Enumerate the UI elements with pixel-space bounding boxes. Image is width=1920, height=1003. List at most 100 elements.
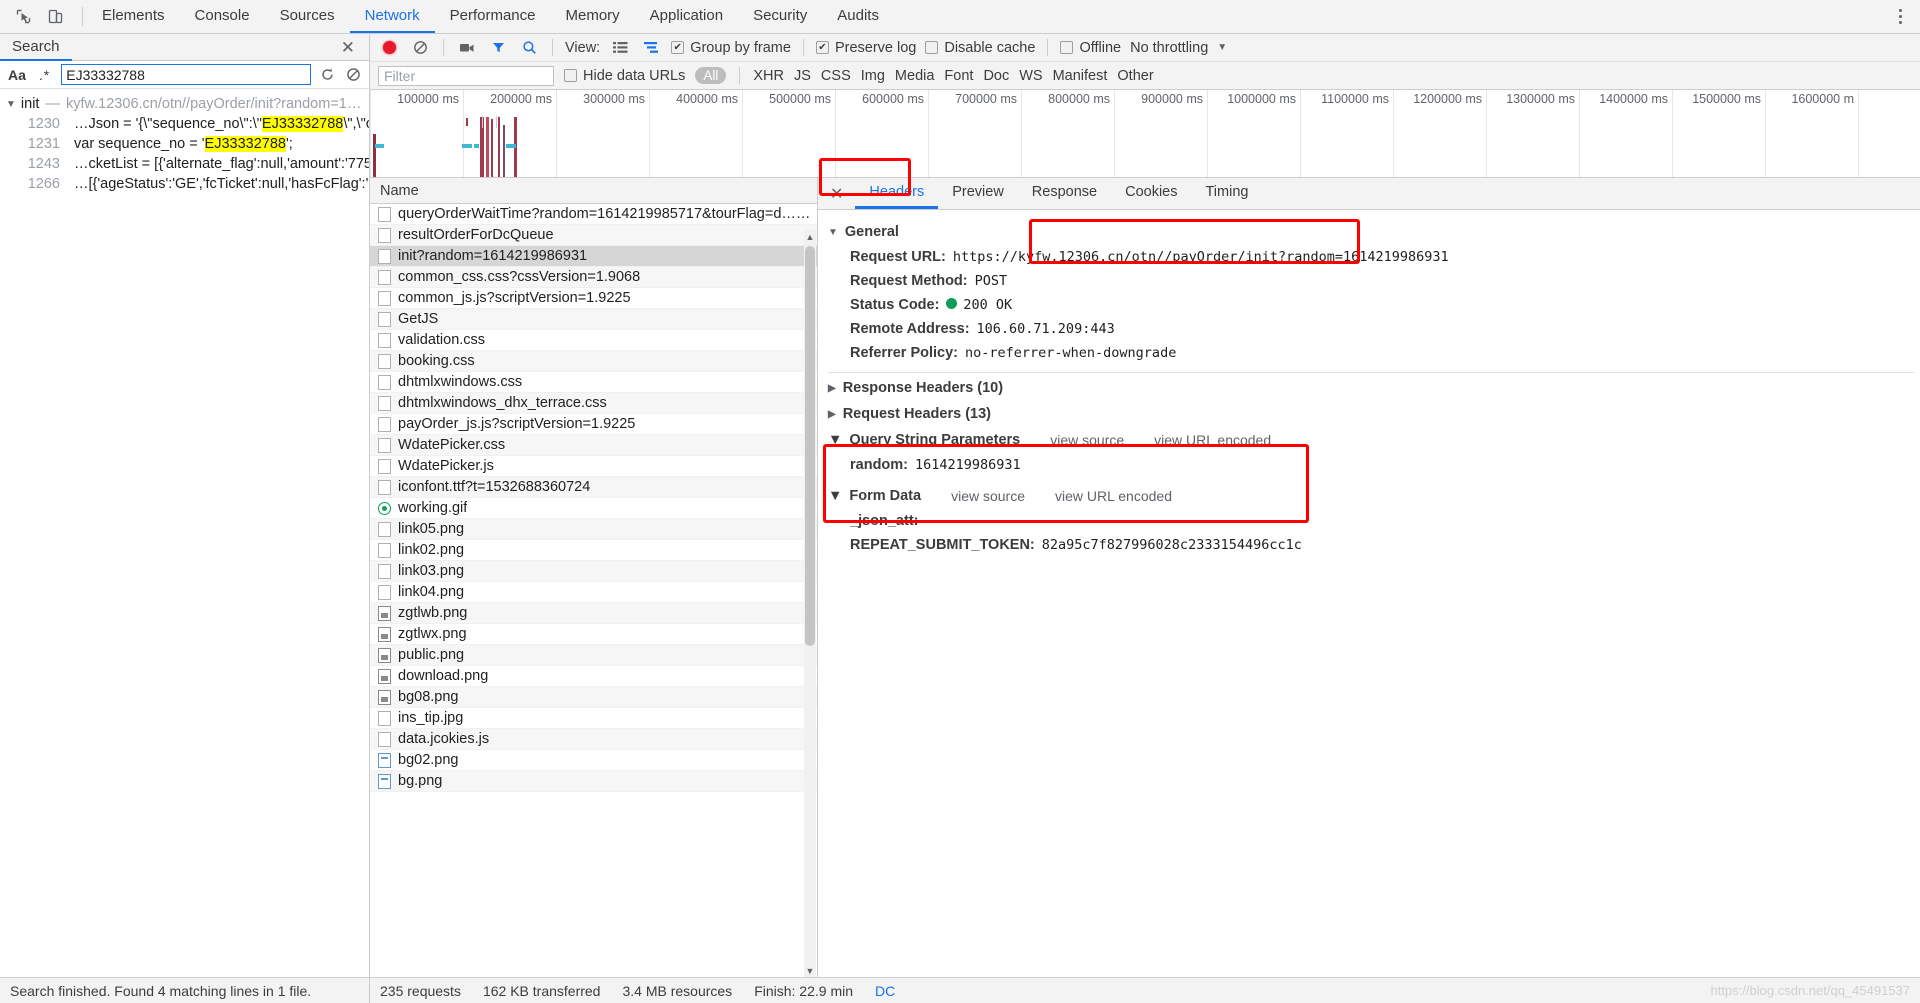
close-icon[interactable]: ✕ (327, 39, 369, 56)
filter-type-xhr[interactable]: XHR (753, 68, 784, 84)
clear-button[interactable] (409, 37, 431, 59)
scrollbar-thumb[interactable] (805, 246, 815, 646)
chevron-down-icon[interactable]: ▼ (1217, 42, 1227, 53)
table-row[interactable]: link05.png (370, 519, 817, 540)
filter-type-media[interactable]: Media (895, 68, 935, 84)
table-row[interactable]: WdatePicker.css (370, 435, 817, 456)
table-row[interactable]: link04.png (370, 582, 817, 603)
filter-type-ws[interactable]: WS (1019, 68, 1042, 84)
request-rows[interactable]: queryOrderWaitTime?random=1614219985717&… (370, 204, 817, 977)
filter-type-css[interactable]: CSS (821, 68, 851, 84)
table-row[interactable]: download.png (370, 666, 817, 687)
table-row[interactable]: working.gif (370, 498, 817, 519)
table-row[interactable]: common_css.css?cssVersion=1.9068 (370, 267, 817, 288)
request-list-header[interactable]: Name (370, 178, 817, 204)
table-row[interactable]: link03.png (370, 561, 817, 582)
network-overview[interactable]: 100000 ms 200000 ms 300000 ms 400000 ms … (370, 90, 1920, 178)
table-row[interactable]: dhtmlxwindows.css (370, 372, 817, 393)
search-input[interactable] (61, 64, 311, 85)
preserve-log-checkbox[interactable]: Preserve log (815, 40, 916, 56)
search-icon[interactable] (518, 37, 540, 59)
scroll-down-arrow[interactable]: ▼ (804, 964, 816, 977)
search-result-line[interactable]: 1230 …Json = '{\"sequence_no\":\"EJ33332… (0, 114, 369, 134)
table-row-selected[interactable]: init?random=1614219986931 (370, 246, 817, 267)
chevron-down-icon[interactable]: ▼ (6, 99, 16, 110)
table-row[interactable]: link02.png (370, 540, 817, 561)
offline-checkbox[interactable]: Offline (1060, 40, 1121, 56)
tab-preview[interactable]: Preview (938, 178, 1018, 209)
general-section-title[interactable]: ▼ General (828, 219, 1920, 245)
clear-icon[interactable] (344, 65, 363, 84)
table-row[interactable]: booking.css (370, 351, 817, 372)
match-case-toggle[interactable]: Aa (6, 67, 28, 83)
table-row[interactable]: iconfont.ttf?t=1532688360724 (370, 477, 817, 498)
filter-type-manifest[interactable]: Manifest (1053, 68, 1108, 84)
response-headers-section-title[interactable]: ▶ Response Headers (10) (828, 375, 1920, 401)
table-row[interactable]: WdatePicker.js (370, 456, 817, 477)
scroll-up-arrow[interactable]: ▲ (804, 230, 816, 243)
search-result-file[interactable]: ▼ init — kyfw.12306.cn/otn//payOrder/ini… (0, 94, 369, 114)
table-row[interactable]: ins_tip.jpg (370, 708, 817, 729)
view-url-encoded-link[interactable]: view URL encoded (1154, 432, 1271, 448)
filter-type-font[interactable]: Font (944, 68, 973, 84)
filter-type-other[interactable]: Other (1117, 68, 1153, 84)
table-row[interactable]: validation.css (370, 330, 817, 351)
tab-memory[interactable]: Memory (551, 0, 635, 33)
refresh-icon[interactable] (318, 65, 337, 84)
table-row[interactable]: queryOrderWaitTime?random=1614219985717&… (370, 204, 817, 225)
table-row[interactable]: common_js.js?scriptVersion=1.9225 (370, 288, 817, 309)
table-row[interactable]: resultOrderForDcQueue (370, 225, 817, 246)
record-button[interactable] (378, 37, 400, 59)
table-row[interactable]: bg08.png (370, 687, 817, 708)
filter-input[interactable] (378, 65, 554, 86)
table-row[interactable]: public.png (370, 645, 817, 666)
search-result-line[interactable]: 1231 var sequence_no = 'EJ33332788'; (0, 134, 369, 154)
camera-icon[interactable] (456, 37, 478, 59)
search-result-line[interactable]: 1243 …cketList = [{'alternate_flag':null… (0, 154, 369, 174)
list-view-icon[interactable] (609, 37, 631, 59)
request-headers-section-title[interactable]: ▶ Request Headers (13) (828, 401, 1920, 427)
request-list-scrollbar[interactable]: ▲ ▼ (804, 230, 816, 977)
filter-type-doc[interactable]: Doc (983, 68, 1009, 84)
close-icon[interactable]: ✕ (818, 178, 855, 209)
group-by-frame-checkbox[interactable]: Group by frame (671, 40, 791, 56)
filter-type-img[interactable]: Img (861, 68, 885, 84)
table-row[interactable]: data.jcokies.js (370, 729, 817, 750)
query-string-section-title[interactable]: ▼ Query String Parameters view source vi… (828, 427, 1920, 453)
table-row[interactable]: zgtlwb.png (370, 603, 817, 624)
tab-response[interactable]: Response (1018, 178, 1111, 209)
inspect-element-icon[interactable] (12, 6, 34, 28)
tab-elements[interactable]: Elements (87, 0, 180, 33)
tab-network[interactable]: Network (349, 0, 435, 33)
table-row[interactable]: GetJS (370, 309, 817, 330)
filter-type-all[interactable]: All (695, 67, 727, 84)
tab-security[interactable]: Security (738, 0, 822, 33)
tab-timing[interactable]: Timing (1191, 178, 1262, 209)
table-row[interactable]: bg.png (370, 771, 817, 792)
regex-toggle[interactable]: .* (35, 67, 54, 83)
throttling-select[interactable]: No throttling (1130, 40, 1208, 56)
toggle-device-toolbar-icon[interactable] (44, 6, 66, 28)
filter-type-js[interactable]: JS (794, 68, 811, 84)
table-row[interactable]: payOrder_js.js?scriptVersion=1.9225 (370, 414, 817, 435)
table-row[interactable]: bg02.png (370, 750, 817, 771)
disable-cache-checkbox[interactable]: Disable cache (925, 40, 1035, 56)
view-source-link[interactable]: view source (951, 488, 1025, 504)
view-source-link[interactable]: view source (1050, 432, 1124, 448)
tab-console[interactable]: Console (180, 0, 265, 33)
more-options-icon[interactable] (1890, 6, 1910, 28)
form-data-section-title[interactable]: ▼ Form Data view source view URL encoded (828, 483, 1920, 509)
tab-cookies[interactable]: Cookies (1111, 178, 1191, 209)
tab-headers[interactable]: Headers (855, 178, 939, 209)
table-row[interactable]: zgtlwx.png (370, 624, 817, 645)
table-row[interactable]: dhtmlxwindows_dhx_terrace.css (370, 393, 817, 414)
tab-sources[interactable]: Sources (265, 0, 350, 33)
tab-performance[interactable]: Performance (435, 0, 551, 33)
waterfall-view-icon[interactable] (640, 37, 662, 59)
tab-audits[interactable]: Audits (822, 0, 894, 33)
hide-data-urls-checkbox[interactable]: Hide data URLs (564, 68, 685, 84)
view-url-encoded-link[interactable]: view URL encoded (1055, 488, 1172, 504)
search-result-line[interactable]: 1266 …[{'ageStatus':'GE','fcTicket':null… (0, 174, 369, 194)
tab-application[interactable]: Application (635, 0, 738, 33)
filter-funnel-icon[interactable] (487, 37, 509, 59)
